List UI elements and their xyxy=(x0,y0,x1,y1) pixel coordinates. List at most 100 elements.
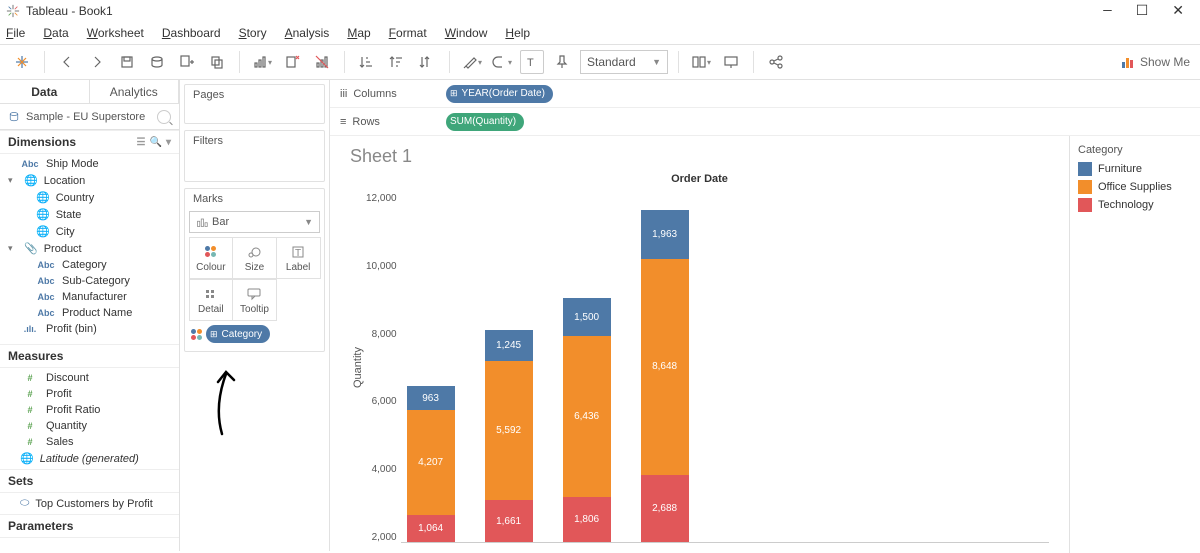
pin-button[interactable] xyxy=(550,50,574,74)
bar-column[interactable]: 1,9638,6482,688 xyxy=(641,210,689,542)
field-ship-mode[interactable]: AbcShip Mode xyxy=(0,156,179,172)
field-category[interactable]: AbcCategory xyxy=(0,257,179,273)
mark-type-select[interactable]: Bar▼ xyxy=(189,211,320,233)
sort-asc-button[interactable] xyxy=(355,50,379,74)
field-country[interactable]: 🌐Country xyxy=(0,189,179,206)
field-profit-ratio[interactable]: #Profit Ratio xyxy=(0,402,179,418)
menu-worksheet[interactable]: Worksheet xyxy=(87,26,144,40)
field-quantity[interactable]: #Quantity xyxy=(0,418,179,434)
filters-card[interactable]: Filters xyxy=(184,130,325,182)
legend-item-furniture[interactable]: Furniture xyxy=(1078,162,1192,176)
bar-column[interactable]: 1,2455,5921,661 xyxy=(485,330,533,542)
bar-segment-furniture[interactable]: 1,963 xyxy=(641,210,689,259)
columns-shelf[interactable]: iiiColumns ⊞YEAR(Order Date) xyxy=(330,80,1200,108)
close-button[interactable]: ✕ xyxy=(1172,3,1184,20)
menu-map[interactable]: Map xyxy=(347,26,370,40)
new-datasource-button[interactable] xyxy=(145,50,169,74)
fit-select[interactable]: Standard▼ xyxy=(580,50,668,74)
field-profit-bin-[interactable]: .ılı.Profit (bin) xyxy=(0,321,179,337)
search-icon[interactable] xyxy=(157,110,171,124)
data-pane: Data Analytics Sample - EU Superstore Di… xyxy=(0,80,180,551)
rows-pill[interactable]: SUM(Quantity) xyxy=(446,113,524,131)
find-icon[interactable]: 🔍 xyxy=(150,137,162,148)
bar-column[interactable]: 9634,2071,064 xyxy=(407,386,455,542)
sets-header: Sets xyxy=(0,469,179,493)
menu-caret-icon[interactable]: ▾ xyxy=(166,137,171,148)
bar-segment-technology[interactable]: 2,688 xyxy=(641,475,689,542)
tab-analytics[interactable]: Analytics xyxy=(90,80,180,103)
show-me-button[interactable]: Show Me xyxy=(1120,54,1190,70)
measures-header: Measures xyxy=(0,344,179,368)
field-discount[interactable]: #Discount xyxy=(0,370,179,386)
field-location[interactable]: ▾🌐Location xyxy=(0,172,179,189)
menu-story[interactable]: Story xyxy=(239,26,267,40)
show-labels-button[interactable]: T xyxy=(520,50,544,74)
bar-segment-office-supplies[interactable]: 6,436 xyxy=(563,336,611,497)
menu-file[interactable]: File xyxy=(6,26,25,40)
sheet-title[interactable]: Sheet 1 xyxy=(350,146,1049,167)
bar-segment-furniture[interactable]: 963 xyxy=(407,386,455,410)
field-product[interactable]: ▾📎Product xyxy=(0,240,179,257)
bar-segment-furniture[interactable]: 1,245 xyxy=(485,330,533,361)
auto-update-button[interactable] xyxy=(310,50,334,74)
sort-button[interactable] xyxy=(415,50,439,74)
colour-pill-category[interactable]: ⊞Category xyxy=(206,325,270,343)
maximize-button[interactable]: ☐ xyxy=(1136,3,1149,20)
menu-format[interactable]: Format xyxy=(389,26,427,40)
new-worksheet-button[interactable] xyxy=(175,50,199,74)
y-axis-ticks: 12,00010,0008,0006,0004,0002,000 xyxy=(366,193,401,543)
duplicate-button[interactable] xyxy=(205,50,229,74)
tableau-icon[interactable] xyxy=(10,50,34,74)
bar-segment-technology[interactable]: 1,661 xyxy=(485,500,533,542)
field-sub-category[interactable]: AbcSub-Category xyxy=(0,273,179,289)
bar-segment-furniture[interactable]: 1,500 xyxy=(563,298,611,336)
menu-window[interactable]: Window xyxy=(445,26,488,40)
field-latitude-generated-[interactable]: 🌐Latitude (generated) xyxy=(0,450,179,467)
mark-tooltip-button[interactable]: Tooltip xyxy=(232,279,277,321)
field-profit[interactable]: #Profit xyxy=(0,386,179,402)
forward-button[interactable] xyxy=(85,50,109,74)
bar-segment-office-supplies[interactable]: 4,207 xyxy=(407,410,455,515)
group-button[interactable]: ▾ xyxy=(490,50,514,74)
view-list-icon[interactable]: ☰ xyxy=(137,137,146,148)
back-button[interactable] xyxy=(55,50,79,74)
colour-legend[interactable]: Category FurnitureOffice SuppliesTechnol… xyxy=(1070,136,1200,553)
minimize-button[interactable]: — xyxy=(1103,3,1111,20)
mark-colour-button[interactable]: Colour xyxy=(189,237,234,279)
presentation-button[interactable] xyxy=(719,50,743,74)
mark-size-button[interactable]: Size xyxy=(232,237,277,279)
bar-column[interactable]: 1,5006,4361,806 xyxy=(563,298,611,542)
bar-segment-technology[interactable]: 1,064 xyxy=(407,515,455,542)
sort-desc-button[interactable] xyxy=(385,50,409,74)
tab-data[interactable]: Data xyxy=(0,80,90,103)
highlight-button[interactable]: ▾ xyxy=(460,50,484,74)
menu-data[interactable]: Data xyxy=(43,26,68,40)
bar-segment-office-supplies[interactable]: 5,592 xyxy=(485,361,533,501)
field-city[interactable]: 🌐City xyxy=(0,223,179,240)
show-cards-button[interactable]: ▾ xyxy=(689,50,713,74)
field-product-name[interactable]: AbcProduct Name xyxy=(0,305,179,321)
legend-item-technology[interactable]: Technology xyxy=(1078,198,1192,212)
bar-segment-office-supplies[interactable]: 8,648 xyxy=(641,259,689,475)
svg-text:T: T xyxy=(527,57,534,69)
menu-dashboard[interactable]: Dashboard xyxy=(162,26,221,40)
datasource-name[interactable]: Sample - EU Superstore xyxy=(26,111,145,123)
menu-help[interactable]: Help xyxy=(505,26,530,40)
save-button[interactable] xyxy=(115,50,139,74)
columns-pill[interactable]: ⊞YEAR(Order Date) xyxy=(446,85,553,103)
field-manufacturer[interactable]: AbcManufacturer xyxy=(0,289,179,305)
legend-item-office-supplies[interactable]: Office Supplies xyxy=(1078,180,1192,194)
share-button[interactable] xyxy=(764,50,788,74)
field-sales[interactable]: #Sales xyxy=(0,434,179,450)
viz-canvas[interactable]: Sheet 1 Order Date Quantity 12,00010,000… xyxy=(330,136,1070,553)
mark-detail-button[interactable]: Detail xyxy=(189,279,234,321)
pages-card[interactable]: Pages xyxy=(184,84,325,124)
field-state[interactable]: 🌐State xyxy=(0,206,179,223)
mark-label-button[interactable]: TLabel xyxy=(276,237,321,279)
bar-segment-technology[interactable]: 1,806 xyxy=(563,497,611,542)
rows-shelf[interactable]: ≡Rows SUM(Quantity) xyxy=(330,108,1200,136)
field-top-customers-by-profit[interactable]: ⬭Top Customers by Profit xyxy=(0,495,179,512)
swap-button[interactable]: ▾ xyxy=(250,50,274,74)
clear-button[interactable] xyxy=(280,50,304,74)
menu-analysis[interactable]: Analysis xyxy=(285,26,330,40)
